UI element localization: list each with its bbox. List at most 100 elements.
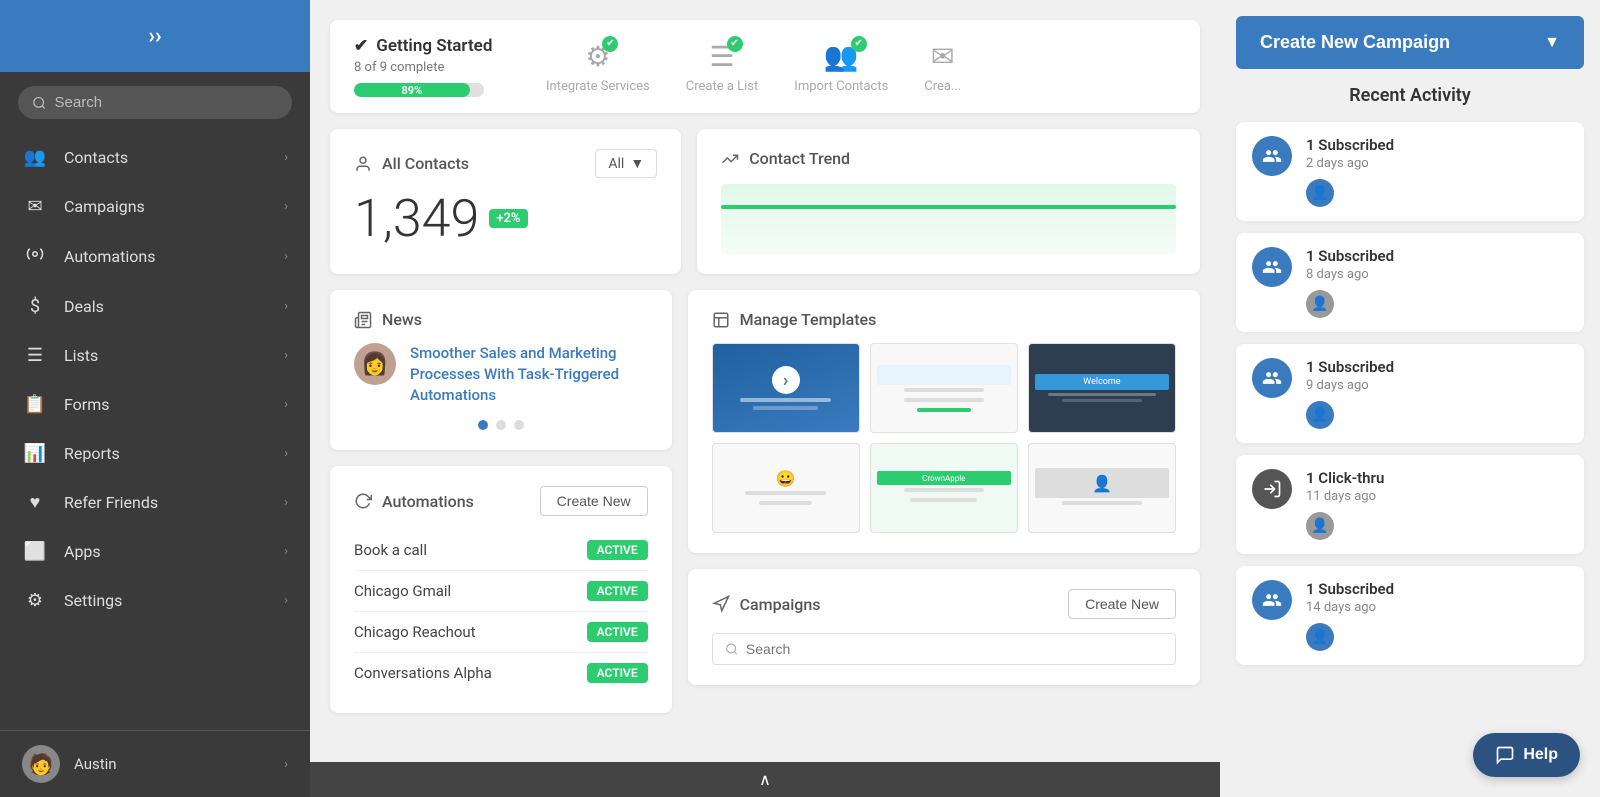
template-line bbox=[904, 388, 984, 392]
template-img: 👤 bbox=[1035, 468, 1169, 498]
help-button[interactable]: Help bbox=[1473, 733, 1580, 777]
contacts-label: Contacts bbox=[64, 148, 268, 167]
news-icon bbox=[354, 311, 372, 329]
step-create-list[interactable]: ☰ ✔ Create a List bbox=[686, 40, 759, 94]
campaigns-header: Campaigns Create New bbox=[712, 589, 1176, 619]
template-thumb[interactable]: Welcome bbox=[1028, 343, 1176, 433]
activity-item: 1 Subscribed 14 days ago 👤 bbox=[1236, 566, 1584, 665]
template-thumb[interactable] bbox=[870, 343, 1018, 433]
template-header: CrownApple bbox=[877, 471, 1011, 485]
sidebar-item-deals[interactable]: $ Deals › bbox=[0, 282, 310, 331]
settings-icon: ⚙ bbox=[22, 590, 48, 611]
activity-icon bbox=[1252, 247, 1292, 287]
chevron-right-icon: › bbox=[284, 397, 288, 412]
user-profile[interactable]: 🧑 Austin › bbox=[0, 730, 310, 797]
activity-body: 1 Subscribed 8 days ago 👤 bbox=[1306, 247, 1568, 318]
step-integrate[interactable]: ⚙ ✔ Integrate Services bbox=[546, 40, 650, 94]
settings-label: Settings bbox=[64, 591, 268, 610]
activity-body: 1 Subscribed 14 days ago 👤 bbox=[1306, 580, 1568, 651]
activity-item: 1 Subscribed 9 days ago 👤 bbox=[1236, 344, 1584, 443]
news-article-link[interactable]: Smoother Sales and Marketing Processes W… bbox=[410, 343, 648, 406]
sidebar-item-settings[interactable]: ⚙ Settings › bbox=[0, 576, 310, 625]
news-pagination-dots bbox=[354, 420, 648, 430]
activity-time: 9 days ago bbox=[1306, 378, 1568, 393]
campaigns-title: Campaigns bbox=[712, 595, 821, 614]
step-import-contacts[interactable]: 👥 ✔ Import Contacts bbox=[794, 40, 888, 94]
main-content: ✔ Getting Started 8 of 9 complete 89% ⚙ … bbox=[310, 0, 1220, 797]
sidebar-nav: 👥 Contacts › ✉ Campaigns › Automations ›… bbox=[0, 133, 310, 730]
getting-started-subtitle: 8 of 9 complete bbox=[354, 60, 514, 75]
activity-item: 1 Subscribed 2 days ago 👤 bbox=[1236, 122, 1584, 221]
step-label: Create a List bbox=[686, 79, 759, 94]
activity-body: 1 Subscribed 9 days ago 👤 bbox=[1306, 358, 1568, 429]
news-title: News bbox=[354, 310, 648, 329]
email-icon: ✉ bbox=[931, 40, 954, 73]
sidebar-item-automations[interactable]: Automations › bbox=[0, 231, 310, 282]
step-label: Import Contacts bbox=[794, 79, 888, 94]
template-line bbox=[910, 498, 977, 502]
getting-started-steps: ⚙ ✔ Integrate Services ☰ ✔ Create a List… bbox=[546, 40, 961, 94]
news-dot-2[interactable] bbox=[496, 420, 506, 430]
progress-bar: 89% bbox=[354, 83, 484, 97]
avatar: 👤 bbox=[1306, 179, 1334, 207]
automations-card: Automations Create New Book a call ACTIV… bbox=[330, 466, 672, 713]
automation-row: Book a call ACTIVE bbox=[354, 530, 648, 571]
template-thumb[interactable]: CrownApple bbox=[870, 443, 1018, 533]
reports-icon: 📊 bbox=[22, 443, 48, 464]
activity-label: 1 Click-thru bbox=[1306, 469, 1568, 487]
sidebar-item-apps[interactable]: ⬜ Apps › bbox=[0, 527, 310, 576]
automation-name: Book a call bbox=[354, 541, 427, 559]
campaigns-label: Campaigns bbox=[64, 197, 268, 216]
trend-title: Contact Trend bbox=[721, 149, 1176, 168]
scroll-up-bar[interactable]: ∧ bbox=[310, 762, 1220, 797]
lists-icon: ☰ bbox=[22, 345, 48, 366]
apps-label: Apps bbox=[64, 542, 268, 561]
campaigns-create-new-button[interactable]: Create New bbox=[1068, 589, 1176, 619]
chevron-right-icon: › bbox=[284, 249, 288, 264]
search-box[interactable] bbox=[18, 86, 292, 119]
apps-icon: ⬜ bbox=[22, 541, 48, 562]
template-line bbox=[1062, 399, 1142, 402]
sidebar-item-lists[interactable]: ☰ Lists › bbox=[0, 331, 310, 380]
chevron-down-icon: ▼ bbox=[630, 155, 644, 172]
collapse-icon[interactable]: ›› bbox=[148, 24, 161, 49]
news-dot-1[interactable] bbox=[478, 420, 488, 430]
sidebar-item-reports[interactable]: 📊 Reports › bbox=[0, 429, 310, 478]
automation-name: Chicago Gmail bbox=[354, 582, 451, 600]
person-icon bbox=[354, 155, 372, 173]
progress-label: 89% bbox=[402, 84, 423, 97]
news-card: News 👩 Smoother Sales and Marketing Proc… bbox=[330, 290, 672, 450]
contacts-filter-dropdown[interactable]: All ▼ bbox=[595, 149, 657, 178]
automations-create-new-button[interactable]: Create New bbox=[540, 486, 648, 516]
template-icon-inner: › bbox=[772, 366, 800, 394]
create-campaign-button[interactable]: Create New Campaign ▼ bbox=[1236, 16, 1584, 69]
step-check-icon: ✔ bbox=[851, 36, 867, 52]
template-cta bbox=[917, 408, 971, 412]
sidebar-item-contacts[interactable]: 👥 Contacts › bbox=[0, 133, 310, 182]
news-content: 👩 Smoother Sales and Marketing Processes… bbox=[354, 343, 648, 406]
sidebar-item-refer[interactable]: ♥ Refer Friends › bbox=[0, 478, 310, 527]
campaigns-search-box[interactable] bbox=[712, 633, 1176, 665]
lists-label: Lists bbox=[64, 346, 268, 365]
step-label: Crea... bbox=[924, 79, 961, 94]
search-input[interactable] bbox=[55, 94, 278, 111]
bottom-row: News 👩 Smoother Sales and Marketing Proc… bbox=[330, 290, 1200, 713]
news-dot-3[interactable] bbox=[514, 420, 524, 430]
contacts-count: 1,349 +2% bbox=[354, 188, 657, 249]
template-thumb[interactable]: 👤 bbox=[1028, 443, 1176, 533]
sidebar-item-campaigns[interactable]: ✉ Campaigns › bbox=[0, 182, 310, 231]
contacts-card-header: All Contacts All ▼ bbox=[354, 149, 657, 178]
template-line bbox=[1062, 501, 1142, 505]
stats-row: All Contacts All ▼ 1,349 +2% Contact Tre… bbox=[330, 129, 1200, 274]
progress-fill: 89% bbox=[354, 83, 470, 97]
campaigns-search-input[interactable] bbox=[746, 641, 1163, 657]
sidebar-item-forms[interactable]: 📋 Forms › bbox=[0, 380, 310, 429]
template-line bbox=[753, 406, 818, 410]
template-thumb[interactable]: › bbox=[712, 343, 860, 433]
automations-icon bbox=[22, 245, 48, 268]
search-icon bbox=[32, 95, 47, 111]
avatar: 🧑 bbox=[22, 745, 60, 783]
step-create[interactable]: ✉ Crea... bbox=[924, 40, 961, 94]
template-thumb[interactable]: 😀 bbox=[712, 443, 860, 533]
campaigns-icon: ✉ bbox=[22, 196, 48, 217]
